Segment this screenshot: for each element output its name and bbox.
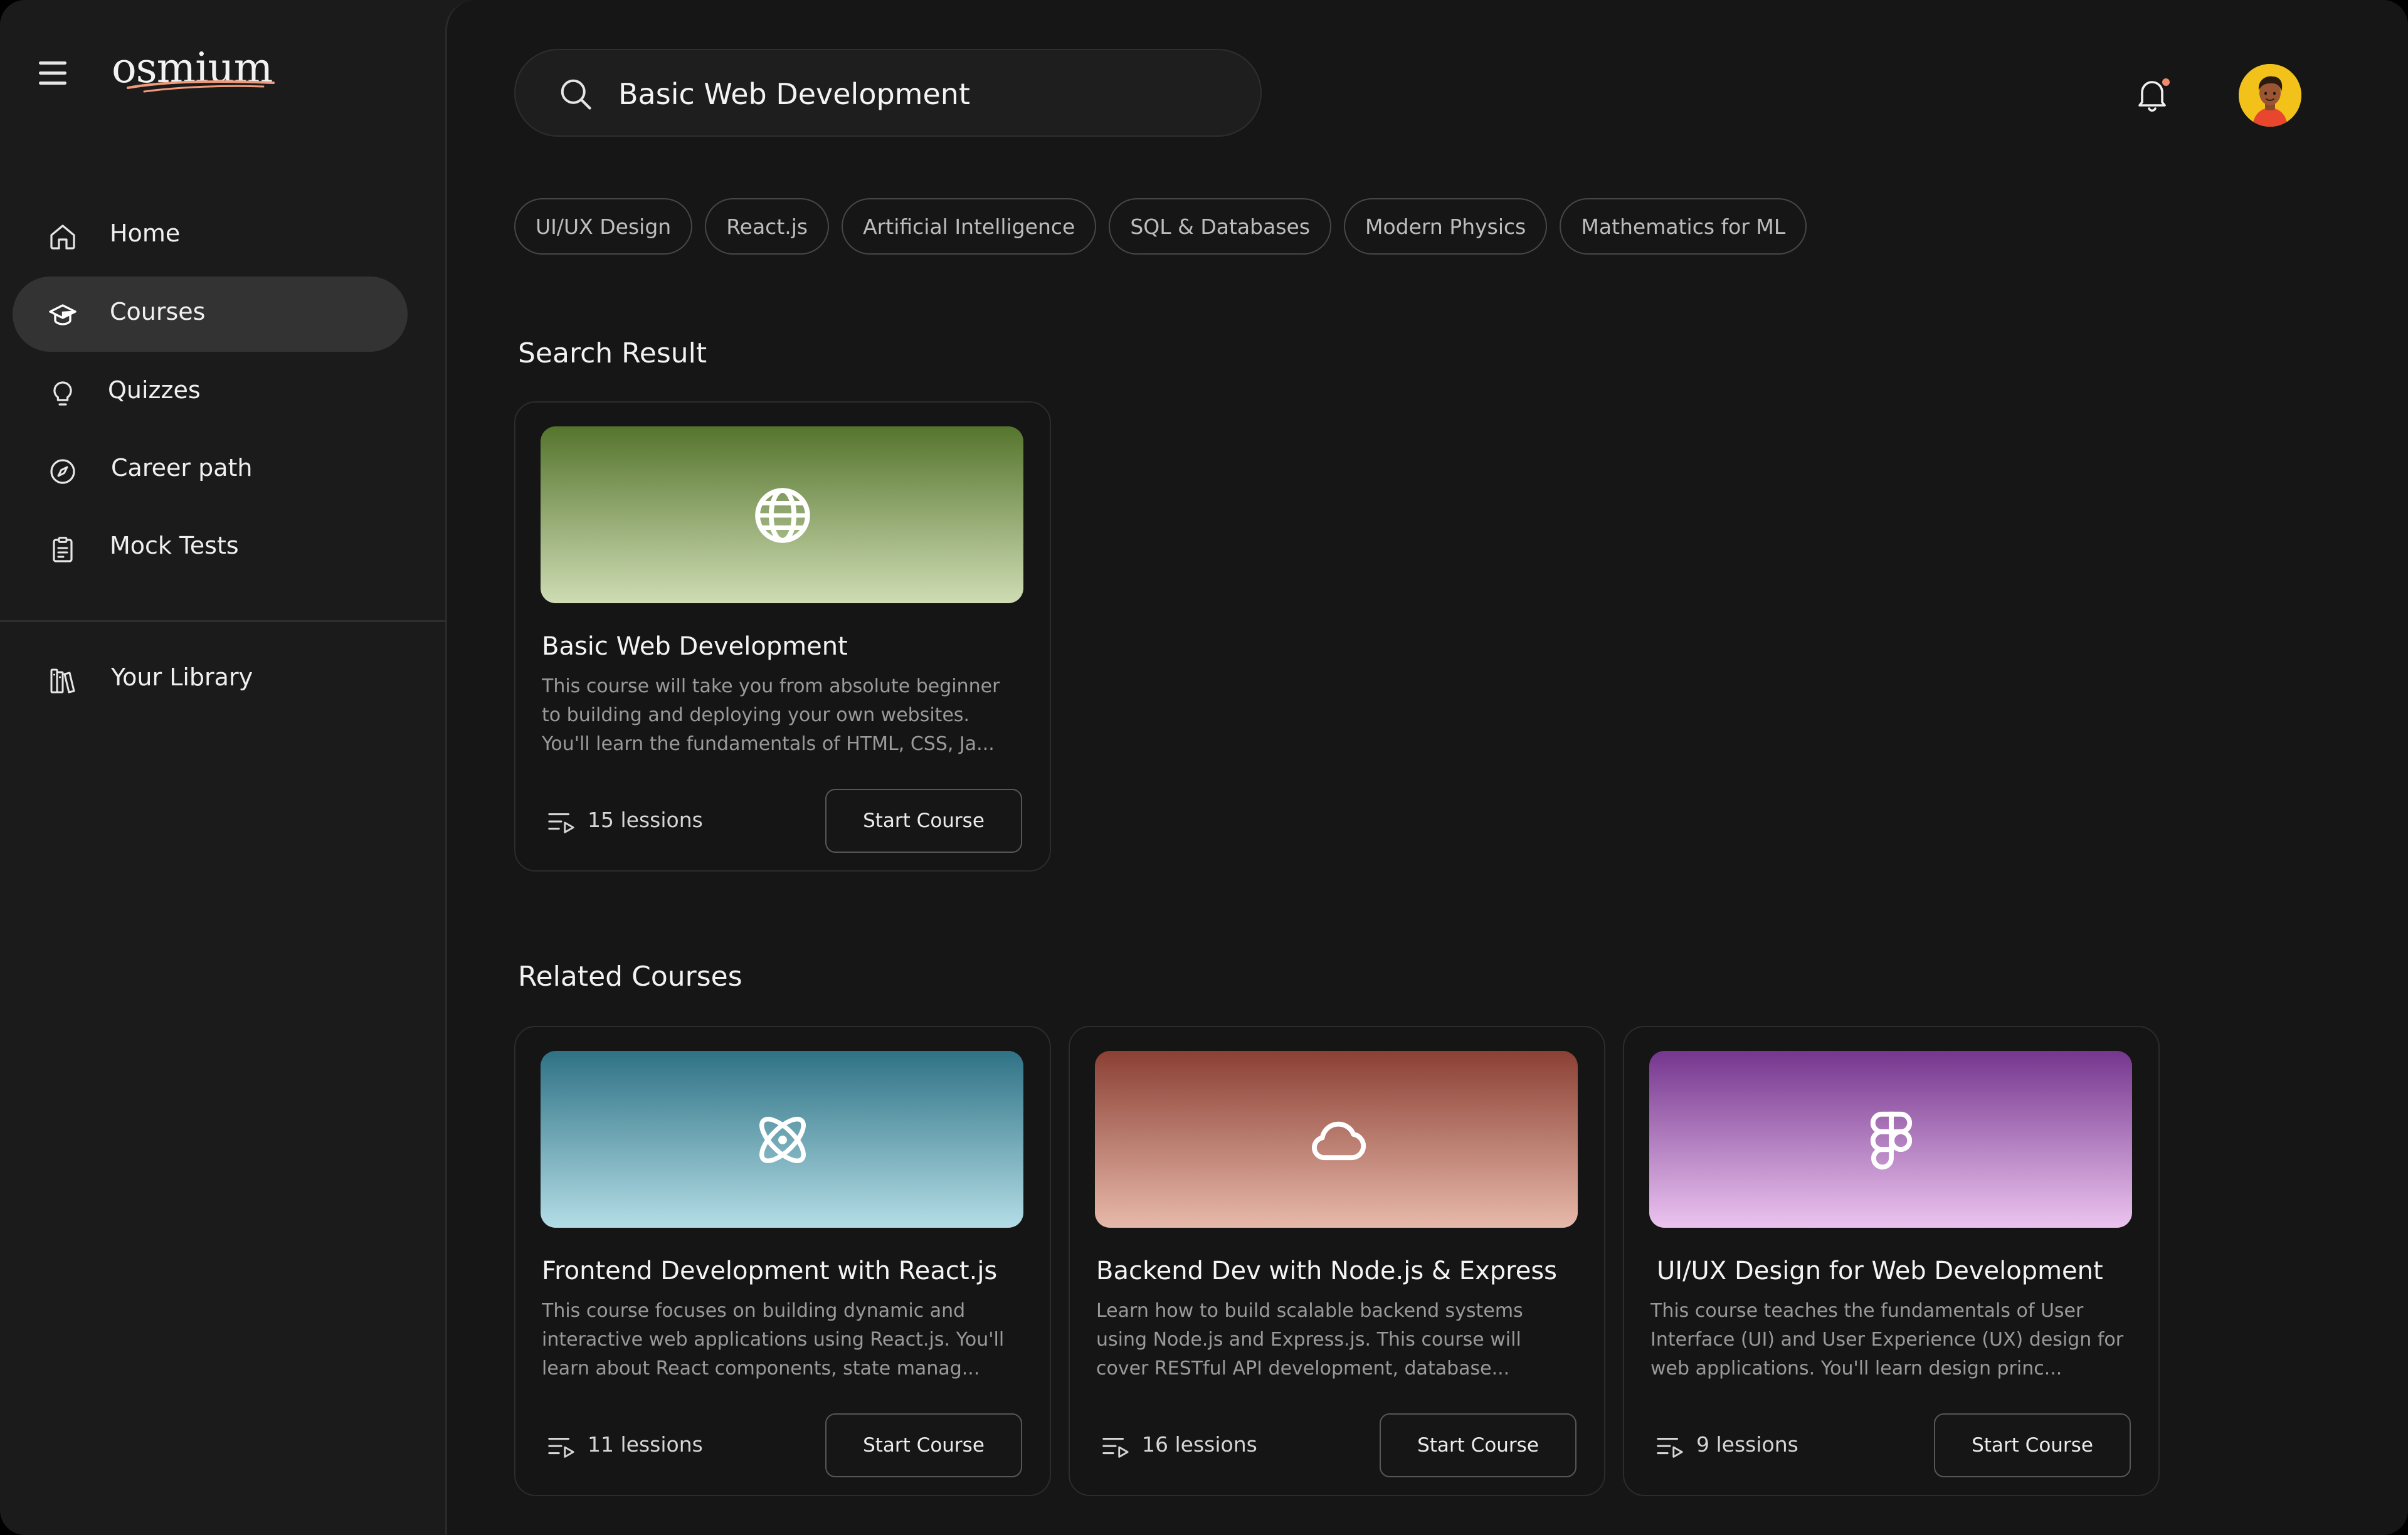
- course-card[interactable]: Frontend Development with React.js This …: [514, 1026, 1051, 1496]
- sidebar-item-label: Home: [110, 219, 181, 247]
- course-description: Learn how to build scalable backend syst…: [1096, 1300, 1523, 1379]
- sidebar-item-label: Courses: [110, 298, 206, 325]
- start-course-button[interactable]: Start Course: [1934, 1413, 2131, 1477]
- playlist-icon: [1657, 1438, 1683, 1458]
- sidebar-item-quizzes[interactable]: Quizzes: [13, 355, 408, 430]
- sidebar-item-career-path[interactable]: Career path: [13, 433, 408, 508]
- chip-react-js[interactable]: React.js: [705, 198, 830, 255]
- start-course-button[interactable]: Start Course: [1380, 1413, 1576, 1477]
- search-input[interactable]: [618, 69, 1233, 119]
- lesson-count: 16 lessions: [1142, 1432, 1257, 1457]
- sidebar-item-courses[interactable]: Courses: [13, 277, 408, 352]
- menu-icon[interactable]: [39, 61, 66, 85]
- playlist-icon: [548, 813, 574, 833]
- related-courses-heading: Related Courses: [518, 961, 742, 993]
- sidebar-divider: [0, 620, 445, 622]
- sidebar-item-home[interactable]: Home: [13, 198, 408, 273]
- sidebar-item-label: Mock Tests: [110, 532, 239, 559]
- topic-chips: UI/UX Design React.js Artificial Intelli…: [514, 198, 1807, 256]
- library-icon: [50, 668, 75, 694]
- lesson-count: 15 lessions: [588, 808, 703, 832]
- search-bar[interactable]: [514, 49, 1262, 137]
- course-description: This course focuses on building dynamic …: [542, 1300, 1005, 1379]
- lesson-count: 9 lessions: [1696, 1432, 1798, 1457]
- lesson-count: 11 lessions: [588, 1432, 703, 1457]
- graduation-cap-icon: [49, 304, 77, 325]
- sidebar-item-label: Your Library: [111, 663, 253, 691]
- course-thumbnail: [541, 426, 1023, 603]
- avatar-image: [2239, 64, 2301, 127]
- lightbulb-icon: [53, 381, 72, 406]
- course-description: This course will take you from absolute …: [542, 675, 1000, 755]
- course-card[interactable]: UI/UX Design for Web Development This co…: [1623, 1026, 2160, 1496]
- course-description: This course teaches the fundamentals of …: [1650, 1300, 2124, 1379]
- logo-underline: [127, 80, 275, 93]
- course-thumbnail: [1095, 1051, 1578, 1228]
- sidebar-item-label: Career path: [111, 454, 253, 482]
- notification-dot: [2162, 78, 2170, 86]
- course-title: UI/UX Design for Web Development: [1657, 1257, 2103, 1285]
- course-title: Frontend Development with React.js: [542, 1257, 998, 1285]
- avatar[interactable]: [2239, 64, 2301, 127]
- cloud-icon: [1312, 1121, 1366, 1161]
- logo[interactable]: osmium: [112, 44, 275, 100]
- sidebar-item-mock-tests[interactable]: Mock Tests: [13, 510, 408, 586]
- playlist-icon: [1102, 1438, 1129, 1458]
- app-window: osmium Home Courses Quizzes Career path …: [0, 0, 2408, 1535]
- course-thumbnail: [541, 1051, 1023, 1228]
- course-thumbnail: [1649, 1051, 2132, 1228]
- start-course-button[interactable]: Start Course: [825, 1413, 1022, 1477]
- course-card[interactable]: Basic Web Development This course will t…: [514, 401, 1051, 872]
- playlist-icon: [548, 1438, 574, 1458]
- start-course-button[interactable]: Start Course: [825, 789, 1022, 853]
- chip-modern-physics[interactable]: Modern Physics: [1344, 198, 1548, 255]
- chip-ui-ux-design[interactable]: UI/UX Design: [514, 198, 693, 255]
- globe-icon: [755, 488, 810, 543]
- course-title: Basic Web Development: [542, 632, 848, 661]
- course-card[interactable]: Backend Dev with Node.js & Express Learn…: [1069, 1026, 1605, 1496]
- sidebar-item-your-library[interactable]: Your Library: [13, 642, 408, 717]
- search-icon[interactable]: [557, 75, 594, 113]
- search-result-heading: Search Result: [518, 337, 707, 369]
- bell-icon[interactable]: [2136, 75, 2171, 114]
- home-icon: [50, 224, 75, 250]
- course-title: Backend Dev with Node.js & Express: [1096, 1257, 1557, 1285]
- clipboard-icon: [53, 537, 73, 562]
- chip-mathematics-for-ml[interactable]: Mathematics for ML: [1560, 198, 1807, 255]
- atom-icon: [759, 1117, 806, 1163]
- sidebar: osmium Home Courses Quizzes Career path …: [0, 0, 445, 1535]
- compass-icon: [50, 459, 75, 484]
- sidebar-item-label: Quizzes: [108, 376, 201, 404]
- figma-icon: [1870, 1111, 1913, 1170]
- chip-artificial-intelligence[interactable]: Artificial Intelligence: [842, 198, 1097, 255]
- chip-sql-databases[interactable]: SQL & Databases: [1109, 198, 1332, 255]
